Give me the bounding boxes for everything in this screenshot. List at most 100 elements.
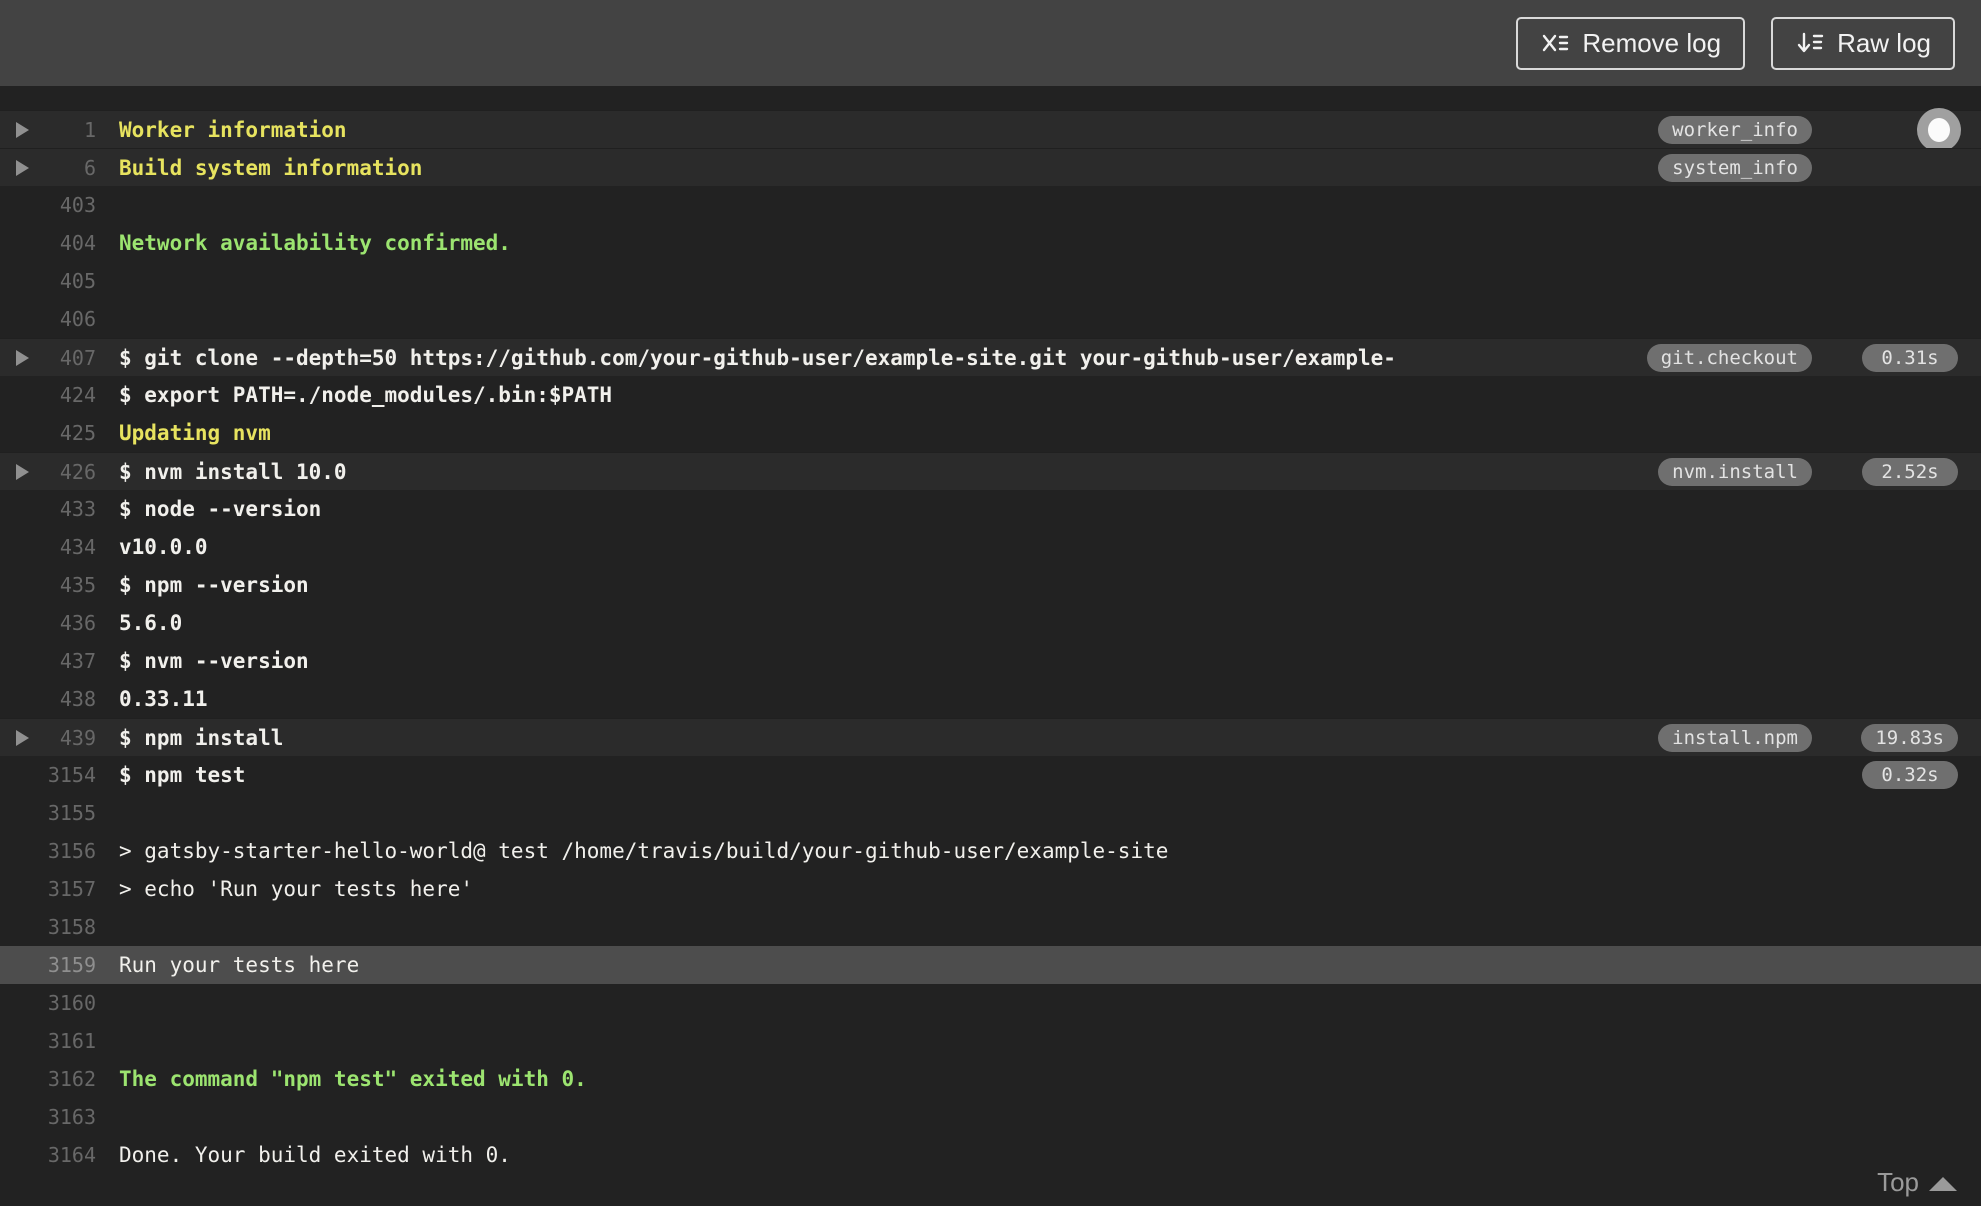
fold-toggle-icon[interactable] (16, 121, 29, 138)
duration-badge: 0.31s (1862, 343, 1958, 372)
log-line: 407 $ git clone --depth=50 https://github… (0, 338, 1981, 376)
line-number[interactable]: 404 (0, 231, 96, 255)
fold-toggle-icon[interactable] (16, 349, 29, 366)
log-text: $ nvm --version (119, 649, 309, 673)
line-number[interactable]: 403 (0, 193, 96, 217)
fold-tag-badge[interactable]: worker_info (1658, 115, 1812, 144)
log-line: 3162 The command "npm test" exited with 0… (0, 1060, 1981, 1098)
log-text: 5.6.0 (119, 611, 183, 635)
line-number[interactable]: 3164 (0, 1143, 96, 1167)
line-number[interactable]: 3160 (0, 991, 96, 1015)
line-number[interactable]: 6 (0, 156, 96, 180)
toolbar: Remove log Raw log (0, 0, 1981, 86)
line-number[interactable]: 3155 (0, 801, 96, 825)
line-number[interactable]: 435 (0, 573, 96, 597)
log-text: $ nvm install 10.0 (119, 459, 347, 484)
duration-badge: 19.83s (1861, 723, 1958, 752)
line-number[interactable]: 425 (0, 421, 96, 445)
log-text: $ npm --version (119, 573, 309, 597)
line-number[interactable]: 438 (0, 687, 96, 711)
fold-tag-badge[interactable]: system_info (1658, 153, 1812, 182)
log-text: The command "npm test" exited with 0. (119, 1067, 587, 1091)
log-line: 3163 (0, 1098, 1981, 1136)
log-text: Worker information (119, 117, 347, 142)
log-line: 1 Worker information worker_info (0, 107, 1981, 152)
scroll-to-top-label: Top (1877, 1167, 1919, 1197)
remove-log-button[interactable]: Remove log (1516, 16, 1746, 70)
log-line: 3156 > gatsby-starter-hello-world@ test /… (0, 832, 1981, 870)
line-number[interactable]: 1 (0, 118, 96, 142)
line-number[interactable]: 3158 (0, 915, 96, 939)
log-text: $ npm test (119, 763, 246, 787)
line-number[interactable]: 3154 (0, 763, 96, 787)
raw-log-button[interactable]: Raw log (1771, 16, 1955, 70)
log-lines: 1 Worker information worker_info 6 Build sys… (0, 107, 1981, 1174)
line-number[interactable]: 434 (0, 535, 96, 559)
log-text: 0.33.11 (119, 687, 208, 711)
log-line: 436 5.6.0 (0, 604, 1981, 642)
build-log: 1 Worker information worker_info 6 Build sys… (0, 86, 1981, 1206)
line-number[interactable]: 426 (0, 460, 96, 484)
log-line: 437 $ nvm --version (0, 642, 1981, 680)
line-number[interactable]: 407 (0, 346, 96, 370)
log-line: 403 (0, 186, 1981, 224)
raw-log-icon (1795, 28, 1825, 58)
log-line: 438 0.33.11 (0, 680, 1981, 718)
line-number[interactable]: 3157 (0, 877, 96, 901)
log-line: 6 Build system information system_info (0, 148, 1981, 186)
log-line: 439 $ npm install install.npm 19.83s (0, 718, 1981, 756)
fold-tag-badge[interactable]: git.checkout (1646, 343, 1812, 372)
log-text: > echo 'Run your tests here' (119, 877, 474, 901)
line-number[interactable]: 437 (0, 649, 96, 673)
fold-tag-badge[interactable]: nvm.install (1658, 457, 1812, 486)
log-line: 434 v10.0.0 (0, 528, 1981, 566)
log-line: 3161 (0, 1022, 1981, 1060)
log-line: 3155 (0, 794, 1981, 832)
log-text: Run your tests here (119, 953, 360, 977)
remove-log-label: Remove log (1582, 27, 1722, 58)
line-number[interactable]: 3163 (0, 1105, 96, 1129)
log-text: $ git clone --depth=50 https://github.co… (119, 345, 1396, 370)
line-number[interactable]: 436 (0, 611, 96, 635)
log-text: > gatsby-starter-hello-world@ test /home… (119, 839, 1169, 863)
duration-badge: 0.32s (1862, 761, 1958, 789)
log-line: 3157 > echo 'Run your tests here' (0, 870, 1981, 908)
log-text: $ export PATH=./node_modules/.bin:$PATH (119, 383, 613, 407)
line-number[interactable]: 406 (0, 307, 96, 331)
triangle-up-icon (1929, 1176, 1957, 1191)
log-text: Network availability confirmed. (119, 231, 511, 255)
line-number[interactable]: 3161 (0, 1029, 96, 1053)
fold-tag-badge[interactable]: install.npm (1658, 723, 1812, 752)
log-text: Build system information (119, 155, 423, 180)
scroll-to-top-link[interactable]: Top (1877, 1167, 1957, 1198)
log-text: Updating nvm (119, 421, 271, 445)
log-text: $ node --version (119, 497, 322, 521)
fold-toggle-icon[interactable] (16, 159, 29, 176)
line-number[interactable]: 424 (0, 383, 96, 407)
log-line: 404 Network availability confirmed. (0, 224, 1981, 262)
remove-log-icon (1540, 28, 1570, 58)
line-number[interactable]: 3159 (0, 953, 96, 977)
log-line: 3160 (0, 984, 1981, 1022)
line-number[interactable]: 405 (0, 269, 96, 293)
line-number[interactable]: 3156 (0, 839, 96, 863)
fold-toggle-icon[interactable] (16, 729, 29, 746)
log-text: v10.0.0 (119, 535, 208, 559)
duration-badge: 2.52s (1862, 457, 1958, 486)
fold-toggle-icon[interactable] (16, 463, 29, 480)
log-text: Done. Your build exited with 0. (119, 1143, 511, 1167)
log-line: 425 Updating nvm (0, 414, 1981, 452)
scroll-knob-icon[interactable] (1917, 107, 1961, 152)
log-line: 426 $ nvm install 10.0 nvm.install 2.52s (0, 452, 1981, 490)
log-line: 406 (0, 300, 1981, 338)
log-line: 405 (0, 262, 1981, 300)
line-number[interactable]: 3162 (0, 1067, 96, 1091)
raw-log-label: Raw log (1837, 27, 1931, 58)
line-number[interactable]: 433 (0, 497, 96, 521)
log-line: 3154 $ npm test 0.32s (0, 756, 1981, 794)
log-line: 424 $ export PATH=./node_modules/.bin:$PA… (0, 376, 1981, 414)
log-line: 3158 (0, 908, 1981, 946)
log-line: 3159 Run your tests here (0, 946, 1981, 984)
line-number[interactable]: 439 (0, 726, 96, 750)
log-line: 3164 Done. Your build exited with 0. (0, 1136, 1981, 1174)
